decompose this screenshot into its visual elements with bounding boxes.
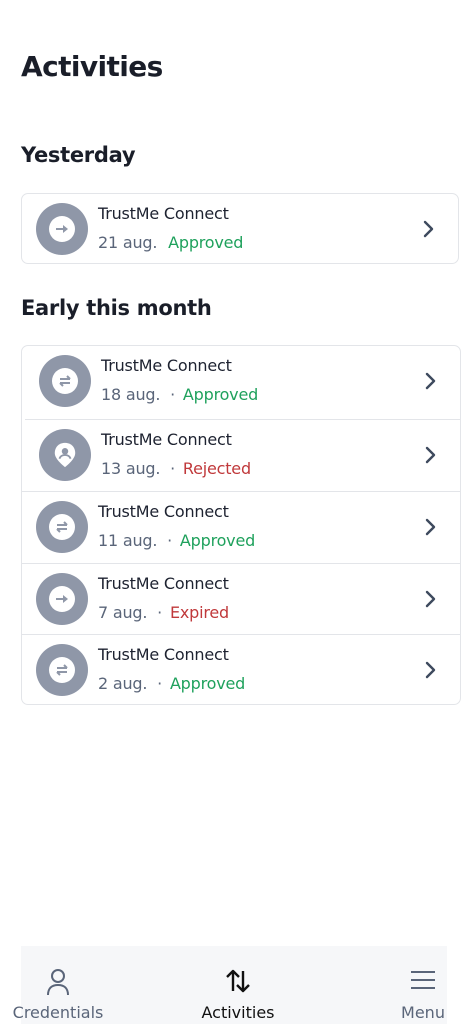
nav-item-menu[interactable]: Menu xyxy=(381,946,465,1024)
activity-row[interactable]: TrustMe Connect 7 aug. · Expired xyxy=(22,563,460,633)
person-icon xyxy=(47,969,69,996)
activity-title: TrustMe Connect xyxy=(98,502,229,521)
page-title: Activities xyxy=(21,50,163,83)
nav-label-activities: Activities xyxy=(201,1003,275,1022)
activity-separator: · xyxy=(157,603,163,622)
nav-item-credentials[interactable]: Credentials xyxy=(5,946,111,1024)
activity-row[interactable]: TrustMe Connect 18 aug. · Approved xyxy=(25,346,460,416)
activity-meta: 18 aug. · Approved xyxy=(101,385,258,404)
exchange-icon xyxy=(56,521,68,533)
activity-avatar xyxy=(36,501,88,553)
section-heading-early-this-month: Early this month xyxy=(21,296,212,320)
hamburger-menu-icon xyxy=(411,971,435,989)
activity-separator: · xyxy=(170,459,176,478)
chevron-right-icon xyxy=(425,446,436,464)
section-heading-yesterday: Yesterday xyxy=(21,143,136,167)
activity-row[interactable]: TrustMe Connect 13 aug. · Rejected xyxy=(25,419,460,489)
activity-status: Expired xyxy=(169,603,229,622)
activity-status: Approved xyxy=(168,233,244,252)
chevron-right-icon xyxy=(423,220,434,238)
activity-avatar xyxy=(39,429,91,481)
activity-avatar xyxy=(36,644,88,696)
activity-separator: · xyxy=(167,531,173,550)
location-person-icon xyxy=(54,442,76,468)
activity-avatar xyxy=(36,573,88,625)
exchange-icon xyxy=(59,375,71,387)
activity-date: 2 aug. xyxy=(98,674,148,693)
activity-separator: · xyxy=(157,674,163,693)
activity-title: TrustMe Connect xyxy=(98,645,229,664)
activity-avatar xyxy=(39,355,91,407)
activity-date: 21 aug. xyxy=(98,233,158,252)
chevron-right-icon xyxy=(425,372,436,390)
nav-label-menu: Menu xyxy=(401,1003,445,1022)
arrow-right-icon xyxy=(56,225,68,233)
activity-meta: 11 aug. · Approved xyxy=(98,531,255,550)
activity-avatar xyxy=(36,203,88,255)
activity-title: TrustMe Connect xyxy=(101,356,232,375)
activity-meta: 21 aug. Approved xyxy=(98,233,243,252)
activity-date: 11 aug. xyxy=(98,531,158,550)
activity-row[interactable]: TrustMe Connect 2 aug. · Approved xyxy=(22,634,460,704)
activity-title: TrustMe Connect xyxy=(98,204,229,223)
nav-label-credentials: Credentials xyxy=(12,1003,104,1022)
arrow-right-icon xyxy=(56,595,68,603)
activity-row[interactable]: TrustMe Connect 21 aug. Approved xyxy=(22,194,458,264)
activity-meta: 2 aug. · Approved xyxy=(98,674,245,693)
activity-card-early-this-month: TrustMe Connect 18 aug. · Approved Trust… xyxy=(21,345,461,705)
activity-title: TrustMe Connect xyxy=(101,430,232,449)
bottom-nav: Credentials Activities Menu xyxy=(13,946,447,1024)
activity-date: 13 aug. xyxy=(101,459,161,478)
activity-meta: 7 aug. · Expired xyxy=(98,603,229,622)
activity-status: Approved xyxy=(182,385,259,404)
activity-meta: 13 aug. · Rejected xyxy=(101,459,251,478)
activity-date: 18 aug. xyxy=(101,385,161,404)
up-down-arrows-icon xyxy=(226,969,250,993)
chevron-right-icon xyxy=(425,590,436,608)
chevron-right-icon xyxy=(425,518,436,536)
activity-status: Approved xyxy=(169,674,246,693)
activity-row[interactable]: TrustMe Connect 11 aug. · Approved xyxy=(22,491,460,561)
nav-item-activities[interactable]: Activities xyxy=(187,946,289,1024)
activity-card-yesterday: TrustMe Connect 21 aug. Approved xyxy=(21,193,459,264)
activity-separator: · xyxy=(170,385,176,404)
activity-title: TrustMe Connect xyxy=(98,574,229,593)
activity-date: 7 aug. xyxy=(98,603,148,622)
activity-status: Approved xyxy=(179,531,256,550)
activity-status: Rejected xyxy=(182,459,251,478)
chevron-right-icon xyxy=(425,661,436,679)
exchange-icon xyxy=(56,664,68,676)
